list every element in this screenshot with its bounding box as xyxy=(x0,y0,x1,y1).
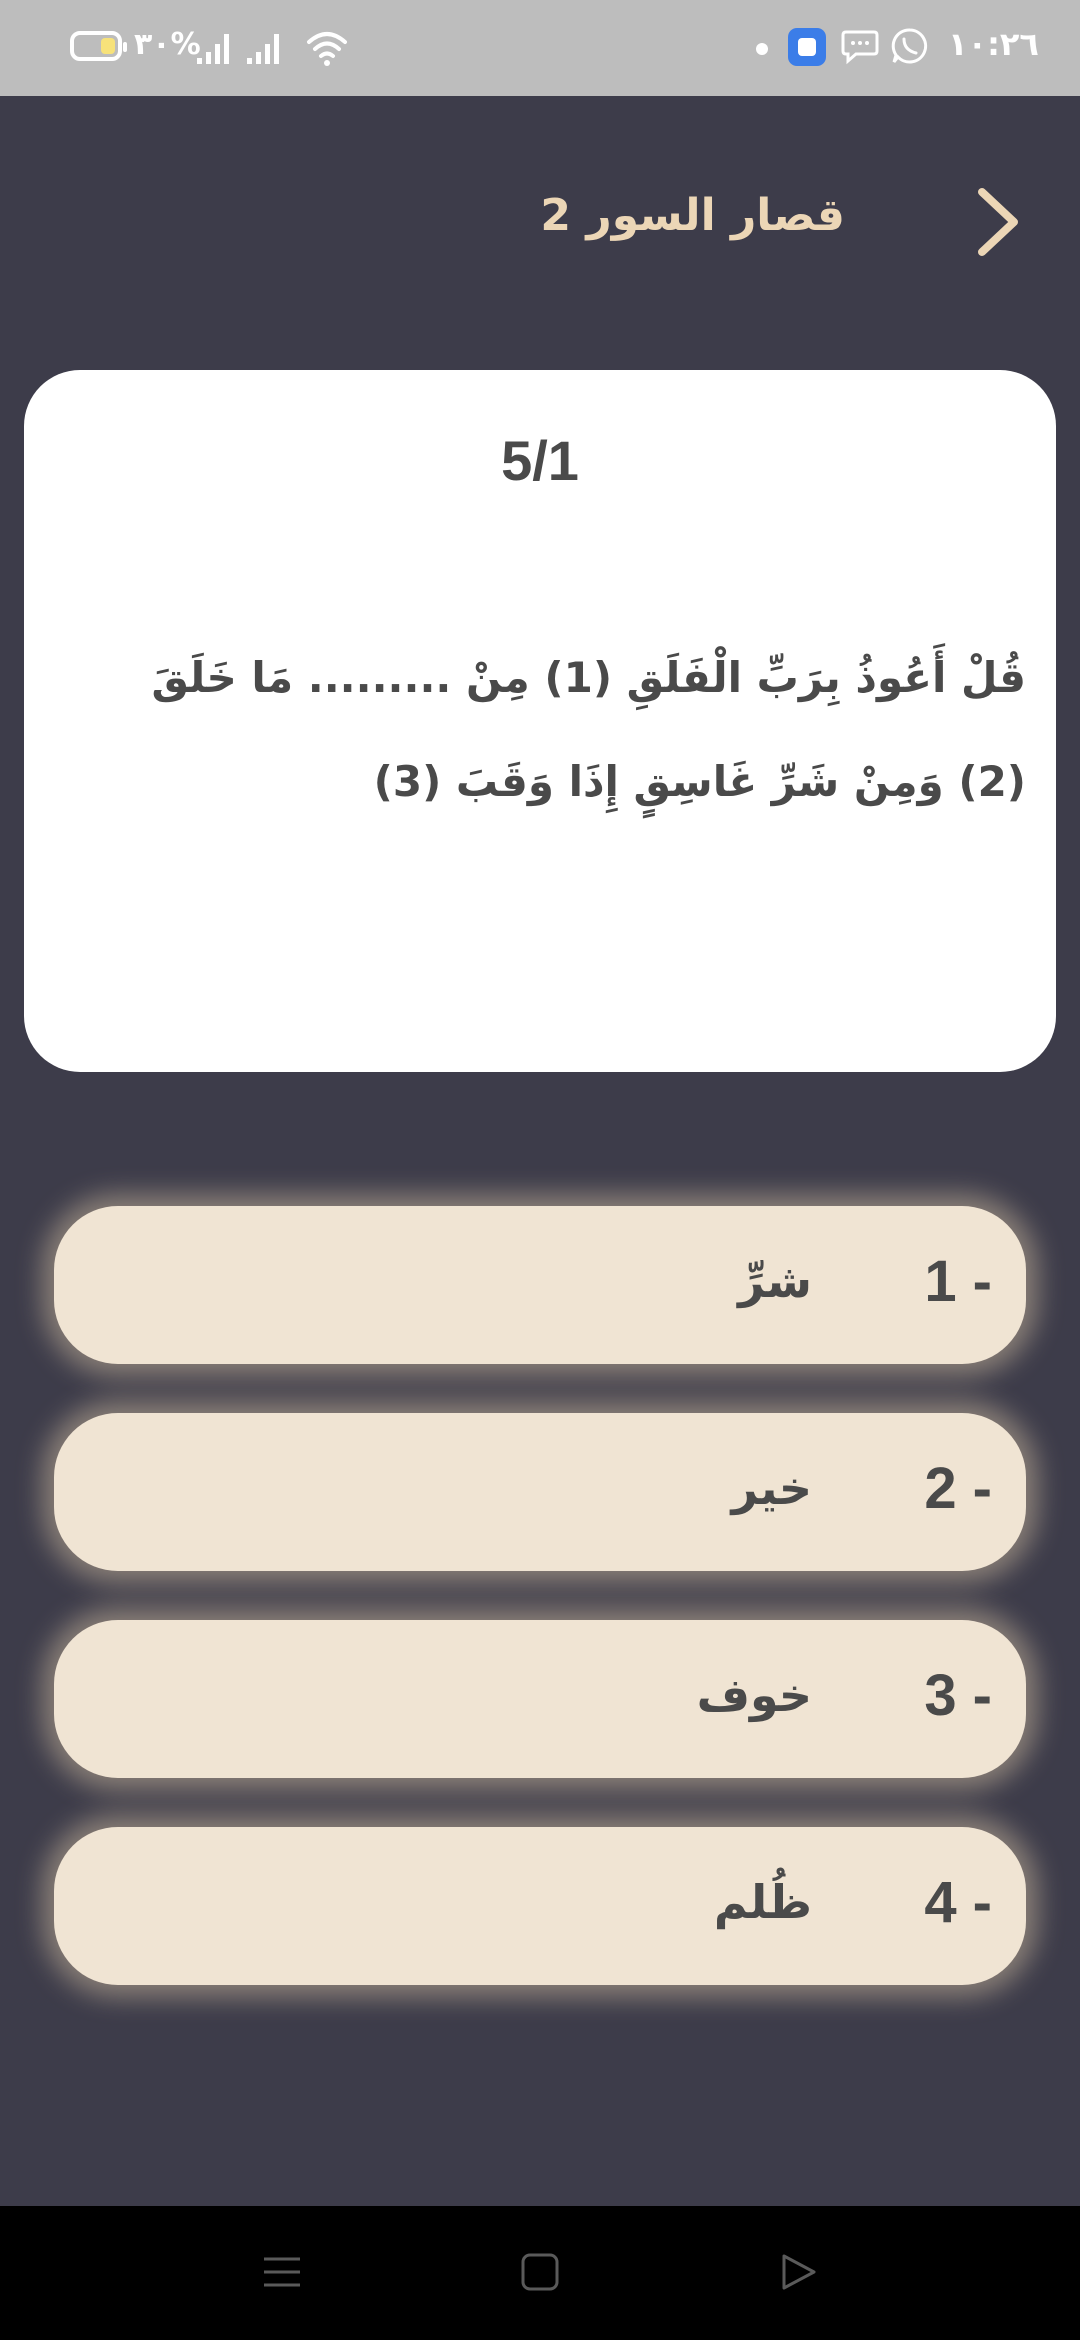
home-icon[interactable] xyxy=(520,2252,560,2292)
battery-icon xyxy=(70,31,127,61)
option-number: 1 - xyxy=(924,1249,992,1314)
option-number: 3 - xyxy=(924,1663,992,1728)
answer-option-2[interactable]: 2 - خير xyxy=(54,1413,1026,1571)
battery-level-fill xyxy=(101,38,115,54)
chevron-right-icon[interactable] xyxy=(968,182,1028,262)
clock: ١٠:٢٦ xyxy=(948,25,1039,63)
question-counter: 5/1 xyxy=(501,429,579,492)
question-text: قُلْ أَعُوذُ بِرَبِّ الْفَلَقِ (1) مِنْ … xyxy=(151,653,1026,806)
option-number: 4 - xyxy=(924,1870,992,1935)
option-number: 2 - xyxy=(924,1456,992,1521)
signal-icon xyxy=(247,34,279,64)
navigation-bar xyxy=(0,2206,1080,2340)
battery-percent: %٣٠ xyxy=(134,27,201,62)
app-icon xyxy=(788,28,826,66)
wifi-icon xyxy=(307,32,347,66)
page-title: قصار السور 2 xyxy=(540,190,845,241)
whatsapp-icon xyxy=(891,28,928,64)
menu-icon[interactable] xyxy=(262,2252,302,2292)
back-triangle-icon[interactable] xyxy=(778,2252,818,2292)
notification-dot-icon xyxy=(756,43,768,55)
answer-option-1[interactable]: 1 - شرِّ xyxy=(54,1206,1026,1364)
signal-icon xyxy=(197,34,229,64)
option-text: خير xyxy=(731,1461,812,1515)
option-text: خوف xyxy=(696,1668,812,1722)
option-text: ظُلم xyxy=(713,1875,812,1929)
question-card: 5/1 قُلْ أَعُوذُ بِرَبِّ الْفَلَقِ (1) م… xyxy=(24,370,1056,1072)
answer-option-4[interactable]: 4 - ظُلم xyxy=(54,1827,1026,1985)
option-text: شرِّ xyxy=(738,1254,812,1308)
status-bar: %٣٠ ١٠:٢٦ xyxy=(0,0,1080,96)
answer-option-3[interactable]: 3 - خوف xyxy=(54,1620,1026,1778)
chat-icon xyxy=(841,30,879,65)
